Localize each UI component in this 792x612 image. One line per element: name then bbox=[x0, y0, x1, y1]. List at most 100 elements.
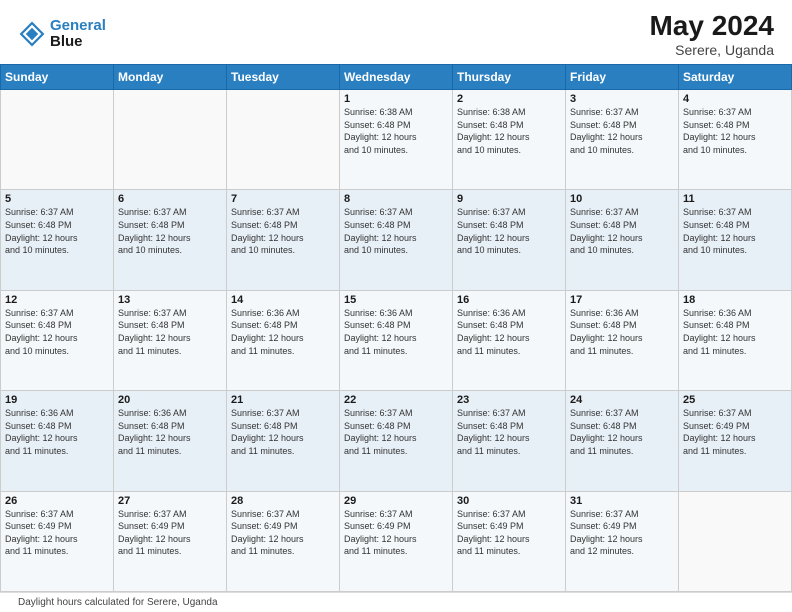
week-row-5: 26Sunrise: 6:37 AM Sunset: 6:49 PM Dayli… bbox=[1, 491, 792, 591]
day-cell: 22Sunrise: 6:37 AM Sunset: 6:48 PM Dayli… bbox=[340, 391, 453, 491]
day-info: Sunrise: 6:37 AM Sunset: 6:48 PM Dayligh… bbox=[118, 307, 222, 357]
day-info: Sunrise: 6:37 AM Sunset: 6:48 PM Dayligh… bbox=[570, 407, 674, 457]
week-row-2: 5Sunrise: 6:37 AM Sunset: 6:48 PM Daylig… bbox=[1, 190, 792, 290]
day-cell: 11Sunrise: 6:37 AM Sunset: 6:48 PM Dayli… bbox=[679, 190, 792, 290]
day-cell: 7Sunrise: 6:37 AM Sunset: 6:48 PM Daylig… bbox=[227, 190, 340, 290]
day-cell: 17Sunrise: 6:36 AM Sunset: 6:48 PM Dayli… bbox=[566, 290, 679, 390]
day-cell: 24Sunrise: 6:37 AM Sunset: 6:48 PM Dayli… bbox=[566, 391, 679, 491]
title-block: May 2024 Serere, Uganda bbox=[649, 10, 774, 58]
day-info: Sunrise: 6:37 AM Sunset: 6:49 PM Dayligh… bbox=[457, 508, 561, 558]
day-info: Sunrise: 6:37 AM Sunset: 6:49 PM Dayligh… bbox=[344, 508, 448, 558]
day-number: 23 bbox=[457, 394, 561, 406]
day-number: 19 bbox=[5, 394, 109, 406]
day-cell: 23Sunrise: 6:37 AM Sunset: 6:48 PM Dayli… bbox=[453, 391, 566, 491]
day-cell: 8Sunrise: 6:37 AM Sunset: 6:48 PM Daylig… bbox=[340, 190, 453, 290]
day-info: Sunrise: 6:38 AM Sunset: 6:48 PM Dayligh… bbox=[457, 106, 561, 156]
day-cell: 20Sunrise: 6:36 AM Sunset: 6:48 PM Dayli… bbox=[114, 391, 227, 491]
day-cell: 13Sunrise: 6:37 AM Sunset: 6:48 PM Dayli… bbox=[114, 290, 227, 390]
general-blue-logo-icon bbox=[18, 20, 46, 48]
day-number: 1 bbox=[344, 93, 448, 105]
day-info: Sunrise: 6:37 AM Sunset: 6:48 PM Dayligh… bbox=[683, 206, 787, 256]
day-info: Sunrise: 6:37 AM Sunset: 6:48 PM Dayligh… bbox=[570, 206, 674, 256]
day-number: 10 bbox=[570, 193, 674, 205]
day-number: 12 bbox=[5, 294, 109, 306]
day-info: Sunrise: 6:36 AM Sunset: 6:48 PM Dayligh… bbox=[457, 307, 561, 357]
week-row-1: 1Sunrise: 6:38 AM Sunset: 6:48 PM Daylig… bbox=[1, 90, 792, 190]
day-cell bbox=[227, 90, 340, 190]
day-cell: 26Sunrise: 6:37 AM Sunset: 6:49 PM Dayli… bbox=[1, 491, 114, 591]
day-info: Sunrise: 6:36 AM Sunset: 6:48 PM Dayligh… bbox=[118, 407, 222, 457]
day-info: Sunrise: 6:36 AM Sunset: 6:48 PM Dayligh… bbox=[344, 307, 448, 357]
day-number: 31 bbox=[570, 495, 674, 507]
day-number: 11 bbox=[683, 193, 787, 205]
day-cell: 15Sunrise: 6:36 AM Sunset: 6:48 PM Dayli… bbox=[340, 290, 453, 390]
logo-line2: Blue bbox=[50, 34, 106, 51]
day-info: Sunrise: 6:37 AM Sunset: 6:48 PM Dayligh… bbox=[231, 206, 335, 256]
day-cell: 27Sunrise: 6:37 AM Sunset: 6:49 PM Dayli… bbox=[114, 491, 227, 591]
day-cell: 31Sunrise: 6:37 AM Sunset: 6:49 PM Dayli… bbox=[566, 491, 679, 591]
day-cell: 16Sunrise: 6:36 AM Sunset: 6:48 PM Dayli… bbox=[453, 290, 566, 390]
day-cell: 21Sunrise: 6:37 AM Sunset: 6:48 PM Dayli… bbox=[227, 391, 340, 491]
col-header-tuesday: Tuesday bbox=[227, 65, 340, 90]
day-number: 17 bbox=[570, 294, 674, 306]
day-cell: 19Sunrise: 6:36 AM Sunset: 6:48 PM Dayli… bbox=[1, 391, 114, 491]
day-cell: 9Sunrise: 6:37 AM Sunset: 6:48 PM Daylig… bbox=[453, 190, 566, 290]
day-number: 22 bbox=[344, 394, 448, 406]
day-info: Sunrise: 6:37 AM Sunset: 6:48 PM Dayligh… bbox=[5, 206, 109, 256]
day-info: Sunrise: 6:37 AM Sunset: 6:49 PM Dayligh… bbox=[570, 508, 674, 558]
day-cell bbox=[679, 491, 792, 591]
day-info: Sunrise: 6:37 AM Sunset: 6:49 PM Dayligh… bbox=[683, 407, 787, 457]
day-number: 18 bbox=[683, 294, 787, 306]
day-number: 7 bbox=[231, 193, 335, 205]
day-number: 5 bbox=[5, 193, 109, 205]
logo-line1: General bbox=[50, 18, 106, 35]
col-header-friday: Friday bbox=[566, 65, 679, 90]
logo-text: General Blue bbox=[50, 18, 106, 51]
day-number: 8 bbox=[344, 193, 448, 205]
day-info: Sunrise: 6:36 AM Sunset: 6:48 PM Dayligh… bbox=[683, 307, 787, 357]
day-cell: 10Sunrise: 6:37 AM Sunset: 6:48 PM Dayli… bbox=[566, 190, 679, 290]
day-info: Sunrise: 6:37 AM Sunset: 6:48 PM Dayligh… bbox=[570, 106, 674, 156]
day-number: 28 bbox=[231, 495, 335, 507]
day-info: Sunrise: 6:36 AM Sunset: 6:48 PM Dayligh… bbox=[231, 307, 335, 357]
day-info: Sunrise: 6:36 AM Sunset: 6:48 PM Dayligh… bbox=[570, 307, 674, 357]
day-number: 4 bbox=[683, 93, 787, 105]
day-number: 14 bbox=[231, 294, 335, 306]
day-number: 26 bbox=[5, 495, 109, 507]
day-number: 20 bbox=[118, 394, 222, 406]
day-info: Sunrise: 6:37 AM Sunset: 6:49 PM Dayligh… bbox=[5, 508, 109, 558]
day-cell: 14Sunrise: 6:36 AM Sunset: 6:48 PM Dayli… bbox=[227, 290, 340, 390]
day-cell: 25Sunrise: 6:37 AM Sunset: 6:49 PM Dayli… bbox=[679, 391, 792, 491]
location: Serere, Uganda bbox=[649, 42, 774, 58]
day-info: Sunrise: 6:38 AM Sunset: 6:48 PM Dayligh… bbox=[344, 106, 448, 156]
day-number: 25 bbox=[683, 394, 787, 406]
footer-note: Daylight hours calculated for Serere, Ug… bbox=[0, 592, 792, 612]
day-info: Sunrise: 6:37 AM Sunset: 6:48 PM Dayligh… bbox=[344, 407, 448, 457]
col-header-saturday: Saturday bbox=[679, 65, 792, 90]
day-number: 13 bbox=[118, 294, 222, 306]
day-cell bbox=[114, 90, 227, 190]
calendar-header-row: SundayMondayTuesdayWednesdayThursdayFrid… bbox=[1, 65, 792, 90]
col-header-sunday: Sunday bbox=[1, 65, 114, 90]
day-info: Sunrise: 6:37 AM Sunset: 6:49 PM Dayligh… bbox=[118, 508, 222, 558]
day-info: Sunrise: 6:37 AM Sunset: 6:48 PM Dayligh… bbox=[118, 206, 222, 256]
logo: General Blue bbox=[18, 18, 106, 51]
day-cell: 5Sunrise: 6:37 AM Sunset: 6:48 PM Daylig… bbox=[1, 190, 114, 290]
day-number: 6 bbox=[118, 193, 222, 205]
day-number: 29 bbox=[344, 495, 448, 507]
day-info: Sunrise: 6:37 AM Sunset: 6:48 PM Dayligh… bbox=[683, 106, 787, 156]
day-cell: 3Sunrise: 6:37 AM Sunset: 6:48 PM Daylig… bbox=[566, 90, 679, 190]
week-row-3: 12 Sunrise: 6:37 AM Sunset: 6:48 PM Dayli… bbox=[1, 290, 792, 390]
day-cell: 29Sunrise: 6:37 AM Sunset: 6:49 PM Dayli… bbox=[340, 491, 453, 591]
day-cell: 1Sunrise: 6:38 AM Sunset: 6:48 PM Daylig… bbox=[340, 90, 453, 190]
day-number: 2 bbox=[457, 93, 561, 105]
day-cell: 6Sunrise: 6:37 AM Sunset: 6:48 PM Daylig… bbox=[114, 190, 227, 290]
day-cell bbox=[1, 90, 114, 190]
day-number: 16 bbox=[457, 294, 561, 306]
day-info: Sunrise: 6:37 AM Sunset: 6:48 PM Dayligh… bbox=[344, 206, 448, 256]
day-info: Sunrise: 6:37 AM Sunset: 6:49 PM Dayligh… bbox=[231, 508, 335, 558]
day-info: Sunrise: 6:36 AM Sunset: 6:48 PM Dayligh… bbox=[5, 407, 109, 457]
day-number: 15 bbox=[344, 294, 448, 306]
day-number: 9 bbox=[457, 193, 561, 205]
calendar-table: SundayMondayTuesdayWednesdayThursdayFrid… bbox=[0, 64, 792, 592]
